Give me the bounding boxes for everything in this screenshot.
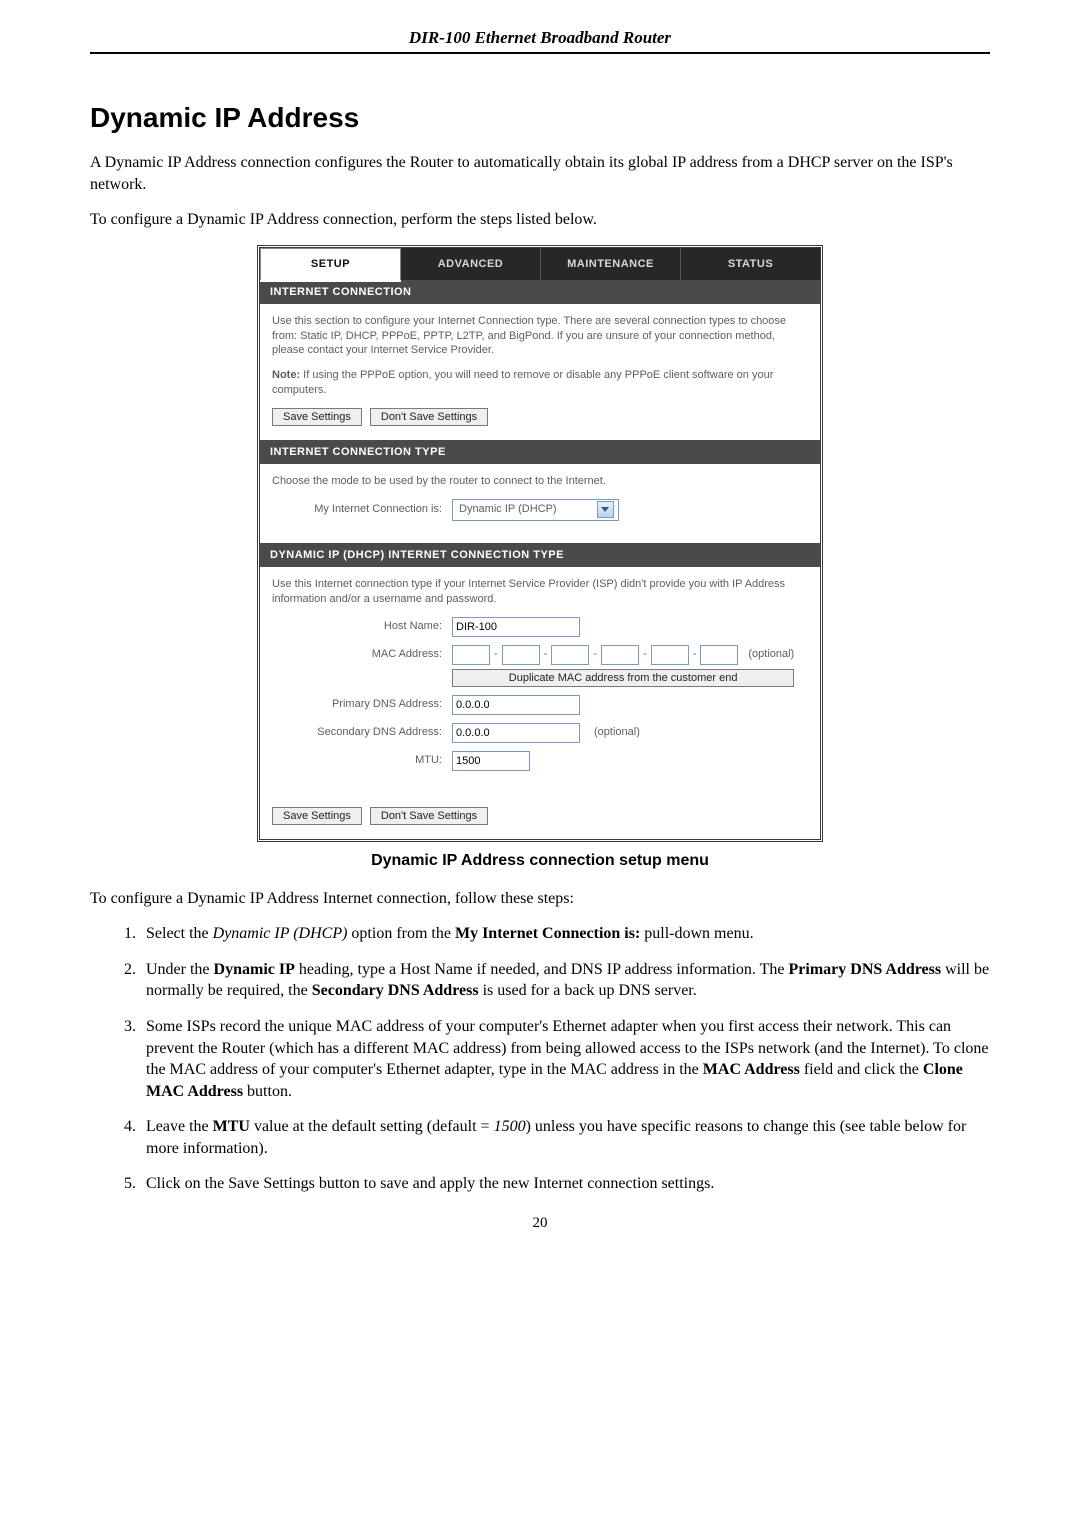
page-number: 20: [90, 1215, 990, 1232]
mtu-label: MTU:: [272, 753, 452, 768]
step-text: Under the: [146, 961, 214, 978]
mac-sep: -: [643, 647, 647, 662]
mac-octet-1[interactable]: [452, 645, 490, 665]
step-4: Leave the MTU value at the default setti…: [140, 1116, 990, 1159]
step-text: My Internet Connection is:: [455, 925, 640, 942]
step-text: field and click the: [800, 1061, 923, 1078]
connection-type-select[interactable]: Dynamic IP (DHCP): [452, 499, 619, 521]
panel1-text: Use this section to configure your Inter…: [272, 314, 808, 359]
step-text: pull-down menu.: [640, 925, 753, 942]
intro-paragraph-1: A Dynamic IP Address connection configur…: [90, 152, 990, 195]
steps-intro: To configure a Dynamic IP Address Intern…: [90, 888, 990, 910]
step-text: heading, type a Host Name if needed, and…: [295, 961, 789, 978]
step-text: MAC Address: [703, 1061, 800, 1078]
router-ui-figure: SETUP ADVANCED MAINTENANCE STATUS INTERN…: [257, 245, 823, 842]
dont-save-settings-button-bottom[interactable]: Don't Save Settings: [370, 807, 488, 825]
primary-dns-input[interactable]: [452, 695, 580, 715]
step-text: Leave the: [146, 1118, 213, 1135]
mac-optional-label: (optional): [748, 647, 794, 662]
host-name-input[interactable]: [452, 617, 580, 637]
step-text: Select the: [146, 925, 213, 942]
mac-octet-6[interactable]: [700, 645, 738, 665]
step-text: Secondary DNS Address: [312, 982, 479, 999]
doc-header-title: DIR-100 Ethernet Broadband Router: [90, 28, 990, 54]
intro-paragraph-2: To configure a Dynamic IP Address connec…: [90, 209, 990, 231]
step-text: 1500: [494, 1118, 526, 1135]
figure-caption: Dynamic IP Address connection setup menu: [90, 852, 990, 870]
mac-sep: -: [494, 647, 498, 662]
panel-internet-connection-header: INTERNET CONNECTION: [260, 280, 820, 304]
connection-type-value: Dynamic IP (DHCP): [459, 502, 557, 517]
step-text: MTU: [213, 1118, 250, 1135]
chevron-down-icon: [597, 501, 614, 518]
tab-status[interactable]: STATUS: [681, 248, 820, 280]
panel1-note-label: Note:: [272, 369, 300, 381]
host-name-label: Host Name:: [272, 619, 452, 634]
mac-octet-4[interactable]: [601, 645, 639, 665]
secondary-dns-optional: (optional): [594, 725, 640, 740]
steps-list: Select the Dynamic IP (DHCP) option from…: [90, 923, 990, 1195]
tab-advanced[interactable]: ADVANCED: [401, 248, 541, 280]
mac-octet-2[interactable]: [502, 645, 540, 665]
tab-bar: SETUP ADVANCED MAINTENANCE STATUS: [260, 248, 820, 280]
panel-connection-type-header: INTERNET CONNECTION TYPE: [260, 440, 820, 464]
duplicate-mac-button[interactable]: Duplicate MAC address from the customer …: [452, 669, 794, 687]
primary-dns-label: Primary DNS Address:: [272, 697, 452, 712]
step-text: Dynamic IP: [214, 961, 295, 978]
tab-maintenance[interactable]: MAINTENANCE: [541, 248, 681, 280]
step-text: Dynamic IP (DHCP): [213, 925, 348, 942]
step-text: button.: [243, 1083, 292, 1100]
mac-octet-3[interactable]: [551, 645, 589, 665]
panel1-note: Note: If using the PPPoE option, you wil…: [272, 368, 808, 398]
connection-type-label: My Internet Connection is:: [272, 502, 452, 517]
panel3-text: Use this Internet connection type if you…: [272, 577, 808, 607]
panel1-note-text: If using the PPPoE option, you will need…: [272, 369, 773, 396]
save-settings-button[interactable]: Save Settings: [272, 408, 362, 426]
step-1: Select the Dynamic IP (DHCP) option from…: [140, 923, 990, 945]
panel-dhcp-header: DYNAMIC IP (DHCP) INTERNET CONNECTION TY…: [260, 543, 820, 567]
secondary-dns-input[interactable]: [452, 723, 580, 743]
step-text: value at the default setting (default =: [250, 1118, 494, 1135]
step-text: Primary DNS Address: [789, 961, 942, 978]
step-text: is used for a back up DNS server.: [479, 982, 697, 999]
step-3: Some ISPs record the unique MAC address …: [140, 1016, 990, 1102]
tab-setup[interactable]: SETUP: [260, 248, 401, 280]
mac-octet-5[interactable]: [651, 645, 689, 665]
save-settings-button-bottom[interactable]: Save Settings: [272, 807, 362, 825]
secondary-dns-label: Secondary DNS Address:: [272, 725, 452, 740]
dont-save-settings-button[interactable]: Don't Save Settings: [370, 408, 488, 426]
step-5: Click on the Save Settings button to sav…: [140, 1173, 990, 1195]
step-text: option from the: [347, 925, 455, 942]
mac-sep: -: [693, 647, 697, 662]
mtu-input[interactable]: [452, 751, 530, 771]
step-text: Click on the Save Settings button to sav…: [146, 1175, 714, 1192]
mac-address-label: MAC Address:: [272, 645, 452, 662]
step-2: Under the Dynamic IP heading, type a Hos…: [140, 959, 990, 1002]
mac-sep: -: [593, 647, 597, 662]
panel2-text: Choose the mode to be used by the router…: [272, 474, 808, 489]
section-title: Dynamic IP Address: [90, 102, 990, 134]
mac-sep: -: [544, 647, 548, 662]
